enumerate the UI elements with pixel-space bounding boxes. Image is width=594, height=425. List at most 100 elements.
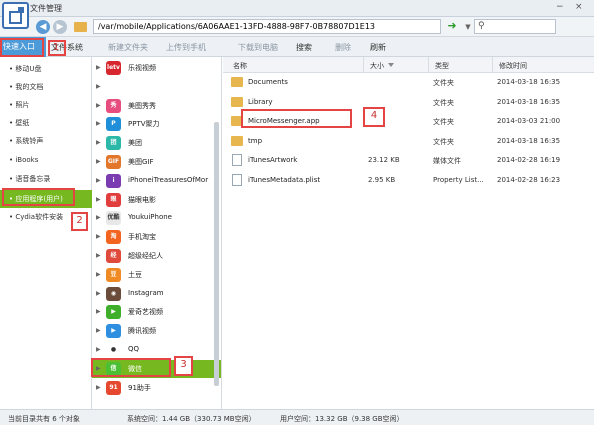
app-row[interactable]: ▶ 豆土豆 [92,266,221,284]
expand-arrow-icon[interactable]: ▶ [96,214,101,221]
iqiyi-icon: ▶ [106,305,121,320]
expand-arrow-icon[interactable]: ▶ [96,177,101,184]
app-name: YoukuiPhone [128,213,172,222]
column-name[interactable]: 名称 [233,61,247,71]
app-row[interactable]: ▶ i iPhoneiTreasuresOfMor [92,172,221,190]
column-divider [492,57,493,73]
forward-arrow-icon[interactable]: ▶ [53,20,67,34]
sidebar-item-mobile-udisk[interactable]: • 移动U盘 [0,60,92,78]
expand-arrow-icon[interactable]: ▶ [96,158,101,165]
file-kind: 文件夹 [433,118,454,127]
column-divider [428,57,429,73]
step-4-badge: 4 [363,107,385,127]
app-row[interactable]: ▶ 秀美图秀秀 [92,97,221,115]
delete-button[interactable]: 删除 [335,42,351,53]
expand-arrow-icon[interactable]: ▶ [96,384,101,391]
app-row[interactable]: ▶ 91 91助手 [92,379,221,397]
refresh-button[interactable]: 刷新 [370,42,386,53]
expand-arrow-icon[interactable]: ▶ [96,233,101,240]
file-name: Documents [248,78,288,86]
app-row[interactable]: ▶ ◉ Instagram [92,285,221,303]
app-row[interactable]: ▶ ▶ 爱奇艺视频 [92,303,221,321]
expand-arrow-icon[interactable]: ▶ [96,308,101,315]
letv-icon: letv [106,61,121,75]
app-row[interactable]: ▶ P PPTV聚力 [92,115,221,133]
sidebar-item-wallpaper[interactable]: • 壁纸 [0,114,92,132]
upload-to-phone-button[interactable]: 上传到手机 [166,42,206,53]
expand-arrow-icon[interactable]: ▶ [96,64,101,71]
91-assistant-icon: 91 [106,380,121,395]
file-row[interactable]: tmp 文件夹 2014-03-18 16:35 [223,132,594,151]
parent-folder-icon[interactable] [74,22,87,32]
download-to-pc-button[interactable]: 下载到电脑 [238,42,278,53]
path-input[interactable] [93,19,441,34]
search-input[interactable]: ⚲ [474,19,556,34]
file-modified: 2014-03-18 16:35 [497,136,561,145]
minimize-icon[interactable]: − [556,2,564,12]
expand-arrow-icon[interactable]: ▶ [96,290,101,297]
app-row[interactable]: ▶ letv 乐视视频 [92,59,221,77]
file-row[interactable]: iTunesArtwork 23.12 KB 媒体文件 2014-02-28 16:1… [223,151,594,170]
expand-arrow-icon[interactable]: ▶ [96,327,101,334]
step-3-badge: 3 [174,356,193,376]
tudou-icon: 豆 [106,267,121,282]
app-row[interactable]: ▶ ● QQ [92,341,221,359]
expand-arrow-icon[interactable]: ▶ [96,83,101,90]
file-modified: 2014-02-28 16:19 [497,156,561,165]
app-name: 手机淘宝 [128,233,156,242]
go-dropdown-icon[interactable]: ▼ [461,20,475,34]
taobao-icon: 淘 [106,230,121,245]
folder-icon [231,135,243,146]
sidebar-item-ringtones[interactable]: • 系统铃声 [0,132,92,150]
user-space-label: 用户空间：13.32 GB（9.38 GB空闲） [280,415,404,423]
sidebar-item-voice-memos[interactable]: • 语音备忘录 [0,170,92,188]
app-name: Instagram [128,288,164,297]
meituan-icon: 团 [106,136,121,151]
app-row[interactable]: ▶ 眼猫眼电影 [92,191,221,209]
expand-arrow-icon[interactable]: ▶ [96,139,101,146]
file-row[interactable]: Documents 文件夹 2014-03-18 16:35 [223,73,594,92]
qq-icon: ● [106,343,121,357]
app-list: ▶ letv 乐视视频 ▶ ▶ 秀美图秀秀 ▶ P PPTV聚力 ▶ 团美团 ▶ GIF 美图GIF ▶ i i… [92,57,222,409]
app-name: 美团 [128,139,142,148]
column-modified[interactable]: 修改时间 [499,61,527,71]
app-row[interactable]: ▶ 优酷 YoukuiPhone [92,209,221,227]
app-name: 超级经纪人 [128,252,163,260]
close-icon[interactable]: × [575,2,583,12]
highlight-user-apps [2,188,75,206]
column-kind[interactable]: 类型 [435,61,449,71]
app-name: 腾讯视频 [128,327,156,336]
step-2-badge: 2 [71,212,88,231]
file-size: 2.95 KB [368,176,396,184]
app-name: 猫眼电影 [128,195,156,204]
expand-arrow-icon[interactable]: ▶ [96,271,101,278]
column-size[interactable]: 大小 [370,61,384,71]
back-arrow-icon[interactable]: ◀ [36,20,50,34]
app-row[interactable]: ▶ ▶ 腾讯视频 [92,322,221,340]
app-row[interactable]: ▶ [92,78,221,96]
app-row[interactable]: ▶ GIF 美图GIF [92,153,221,171]
go-arrow-icon[interactable]: ➜ [444,19,460,34]
expand-arrow-icon[interactable]: ▶ [96,346,101,353]
app-list-scrollbar[interactable] [214,122,219,386]
app-row[interactable]: ▶ 经超级经纪人 [92,247,221,265]
step-1-badge: 1 [52,42,60,53]
expand-arrow-icon[interactable]: ▶ [96,120,101,127]
expand-arrow-icon[interactable]: ▶ [96,252,101,259]
system-space-label: 系统空间：1.44 GB（330.73 MB空闲） [127,415,256,423]
sidebar-item-my-documents[interactable]: • 我的文档 [0,78,92,96]
file-row[interactable]: iTunesMetadata.plist 2.95 KB Property List… [223,171,594,190]
file-kind: 媒体文件 [433,157,461,166]
sidebar-item-ibooks[interactable]: • iBooks [0,151,92,169]
search-button[interactable]: 搜索 [296,42,312,53]
app-logo-icon [2,2,29,29]
file-kind: 文件夹 [433,137,454,146]
file-modified: 2014-03-03 21:00 [497,117,561,126]
app-row[interactable]: ▶ 团美团 [92,134,221,152]
new-folder-button[interactable]: 新建文件夹 [108,42,148,53]
sidebar-item-photos[interactable]: • 照片 [0,96,92,114]
expand-arrow-icon[interactable]: ▶ [96,196,101,203]
expand-arrow-icon[interactable]: ▶ [96,102,101,109]
app-name: QQ [128,345,140,353]
app-row[interactable]: ▶ 淘手机淘宝 [92,228,221,246]
